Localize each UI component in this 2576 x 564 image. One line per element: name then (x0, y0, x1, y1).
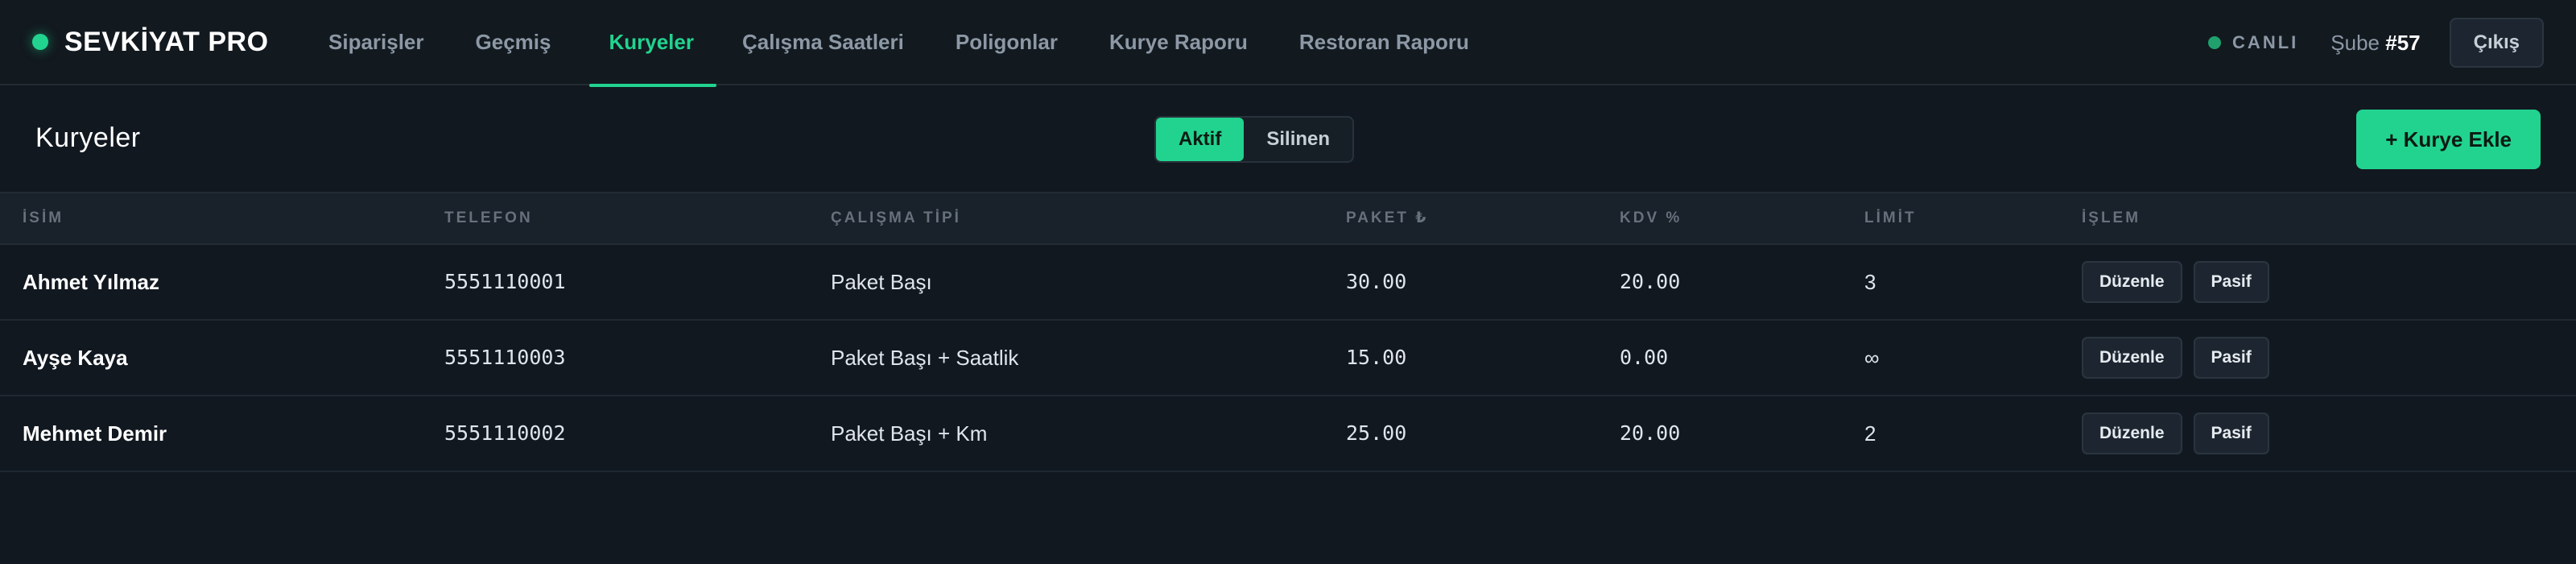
live-label: CANLI (2232, 32, 2299, 52)
edit-button[interactable]: Düzenle (2082, 337, 2182, 379)
nav-item-kurye-raporu[interactable]: Kurye Raporu (1084, 18, 1274, 66)
edit-button[interactable]: Düzenle (2082, 413, 2182, 454)
branch-info: Şube #57 (2330, 31, 2420, 56)
filter-active-button[interactable]: Aktif (1156, 118, 1245, 161)
table-row: Mehmet Demir 5551110002 Paket Başı + Km … (0, 396, 2576, 472)
add-courier-button[interactable]: + Kurye Ekle (2356, 110, 2541, 169)
courier-package-fee: 15.00 (1346, 346, 1407, 369)
passive-button[interactable]: Pasif (2193, 413, 2269, 454)
live-dot-icon (2208, 36, 2222, 49)
branch-number: #57 (2385, 30, 2421, 55)
nav-item-gecmis[interactable]: Geçmiş (450, 18, 577, 66)
courier-name: Ayşe Kaya (23, 346, 128, 370)
brand-name: SEVKİYAT PRO (64, 26, 269, 57)
nav-item-restoran-raporu[interactable]: Restoran Raporu (1274, 18, 1495, 66)
courier-phone: 5551110002 (444, 421, 566, 445)
column-header-name: İSİM (23, 209, 64, 226)
page-header: Kuryeler Aktif Silinen + Kurye Ekle (0, 85, 2576, 192)
column-header-work-type: ÇALIŞMA TİPİ (831, 209, 961, 226)
nav-item-kuryeler[interactable]: Kuryeler (576, 18, 716, 87)
column-header-actions: İŞLEM (2082, 209, 2141, 226)
status-filter: Aktif Silinen (1154, 116, 1355, 163)
nav-item-poligonlar[interactable]: Poligonlar (930, 18, 1084, 66)
nav-item-calisma-saatleri[interactable]: Çalışma Saatleri (716, 18, 930, 66)
branch-prefix: Şube (2330, 30, 2380, 55)
logout-button[interactable]: Çıkış (2449, 18, 2544, 68)
table-header: İSİM TELEFON ÇALIŞMA TİPİ PAKET ₺ KDV % … (0, 192, 2576, 245)
passive-button[interactable]: Pasif (2193, 261, 2269, 303)
column-header-package-fee: PAKET ₺ (1346, 209, 1429, 226)
column-header-phone: TELEFON (444, 209, 533, 226)
courier-phone: 5551110001 (444, 270, 566, 293)
top-right-area: CANLI Şube #57 Çıkış (2208, 18, 2544, 68)
row-actions: Düzenle Pasif (2082, 337, 2281, 379)
column-header-vat: KDV % (1620, 209, 1682, 226)
status-dot-icon (32, 34, 48, 50)
edit-button[interactable]: Düzenle (2082, 261, 2182, 303)
courier-package-fee: 25.00 (1346, 421, 1407, 445)
table-row: Ayşe Kaya 5551110003 Paket Başı + Saatli… (0, 321, 2576, 396)
filter-deleted-button[interactable]: Silinen (1244, 118, 1352, 161)
courier-limit: 2 (1864, 421, 1876, 446)
courier-work-type: Paket Başı + Saatlik (831, 346, 1019, 370)
courier-work-type: Paket Başı (831, 270, 932, 294)
brand[interactable]: SEVKİYAT PRO (32, 24, 269, 60)
passive-button[interactable]: Pasif (2193, 337, 2269, 379)
courier-vat: 0.00 (1620, 346, 1669, 369)
column-header-limit: LİMİT (1864, 209, 1917, 226)
top-navbar: SEVKİYAT PRO Siparişler Geçmiş Kuryeler … (0, 0, 2576, 87)
courier-work-type: Paket Başı + Km (831, 421, 988, 446)
courier-phone: 5551110003 (444, 346, 566, 369)
courier-vat: 20.00 (1620, 270, 1681, 293)
live-indicator: CANLI (2208, 32, 2298, 53)
couriers-table: İSİM TELEFON ÇALIŞMA TİPİ PAKET ₺ KDV % … (0, 192, 2576, 472)
courier-vat: 20.00 (1620, 421, 1681, 445)
row-actions: Düzenle Pasif (2082, 261, 2281, 303)
courier-limit: ∞ (1864, 346, 1880, 370)
courier-name: Mehmet Demir (23, 421, 167, 446)
table-row: Ahmet Yılmaz 5551110001 Paket Başı 30.00… (0, 245, 2576, 321)
page-title: Kuryeler (35, 122, 141, 153)
courier-package-fee: 30.00 (1346, 270, 1407, 293)
main-nav: Siparişler Geçmiş Kuryeler Çalışma Saatl… (303, 0, 1495, 87)
courier-name: Ahmet Yılmaz (23, 270, 160, 294)
row-actions: Düzenle Pasif (2082, 413, 2281, 454)
nav-item-siparisler[interactable]: Siparişler (303, 18, 450, 66)
courier-limit: 3 (1864, 270, 1876, 294)
